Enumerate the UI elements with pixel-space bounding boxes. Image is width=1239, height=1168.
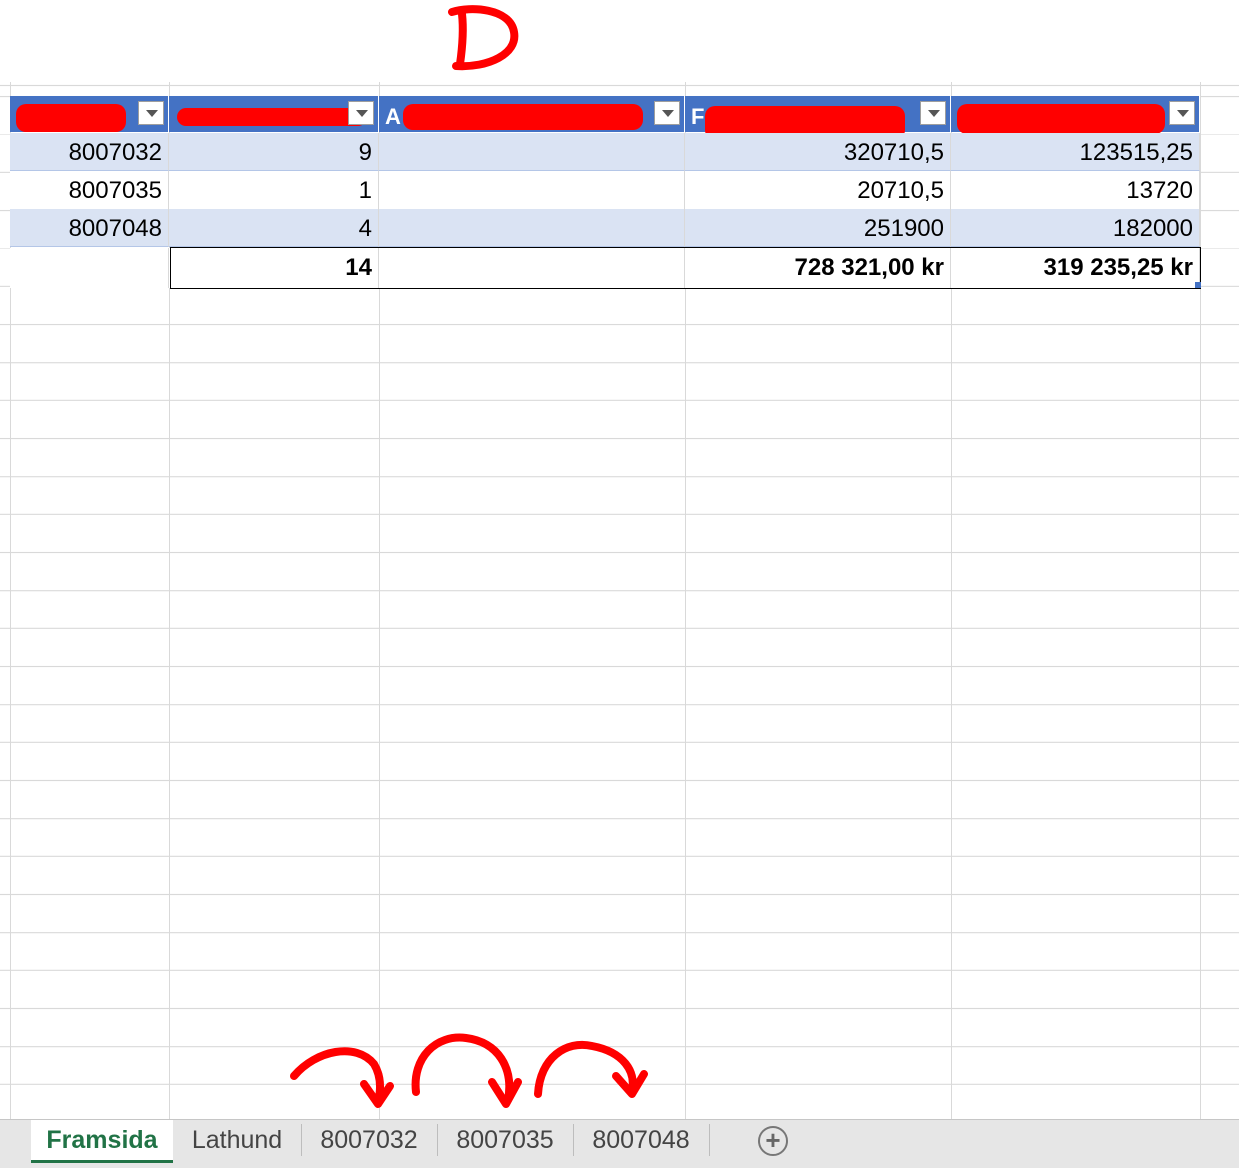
totals-cell[interactable]	[379, 248, 685, 288]
table-header-cell[interactable]: A	[379, 96, 685, 132]
dropdown-filter-icon[interactable]	[348, 101, 374, 125]
redaction-mark	[177, 108, 367, 126]
table-row: 8007035 1 20710,5 13720	[10, 171, 1200, 209]
table-cell[interactable]: 320710,5	[685, 133, 951, 171]
sheet-tab-bar: Framsida Lathund 8007032 8007035 8007048…	[0, 1119, 1239, 1168]
table-cell[interactable]	[379, 171, 685, 209]
header-label: F	[691, 104, 705, 129]
table-header-cell[interactable]	[951, 96, 1200, 134]
table-cell[interactable]: 4	[169, 209, 379, 247]
tab-separator	[709, 1124, 710, 1156]
table-cell[interactable]: 20710,5	[685, 171, 951, 209]
table-cell[interactable]: 8007048	[10, 209, 169, 247]
table-cell[interactable]: 182000	[951, 209, 1200, 247]
redaction-mark	[957, 104, 1165, 134]
totals-cell[interactable]: 319 235,25 kr	[951, 248, 1200, 288]
dropdown-filter-icon[interactable]	[1169, 101, 1195, 125]
table-resize-handle[interactable]	[1195, 282, 1201, 288]
column-border	[1200, 82, 1201, 1119]
sheet-tab-lathund[interactable]: Lathund	[173, 1120, 301, 1160]
table-cell[interactable]: 13720	[951, 171, 1200, 209]
totals-cell[interactable]: 14	[169, 248, 379, 288]
totals-cell[interactable]: 728 321,00 kr	[685, 248, 951, 288]
annotation-arrows	[286, 1028, 656, 1117]
sheet-tab-framsida[interactable]: Framsida	[31, 1120, 173, 1163]
table-cell[interactable]	[379, 133, 685, 171]
dropdown-filter-icon[interactable]	[138, 101, 164, 125]
totals-cell[interactable]	[10, 248, 169, 288]
table-cell[interactable]: 8007032	[10, 133, 169, 171]
sheet-tab-8007032[interactable]: 8007032	[302, 1120, 436, 1160]
annotation-letter-d	[440, 2, 530, 79]
totals-row: 14 728 321,00 kr 319 235,25 kr	[10, 248, 1200, 288]
table-row: 8007048 4 251900 182000	[10, 209, 1200, 247]
header-label: A	[385, 104, 401, 129]
table-cell[interactable]: 251900	[685, 209, 951, 247]
table-row: 8007032 9 320710,5 123515,25	[10, 133, 1200, 171]
redaction-mark	[16, 104, 126, 132]
table-header-cell[interactable]	[169, 96, 379, 132]
sheet-tab-8007035[interactable]: 8007035	[438, 1120, 572, 1160]
table-header-cell[interactable]: F	[685, 96, 951, 140]
table-header-cell[interactable]	[10, 96, 169, 132]
table-cell[interactable]: 123515,25	[951, 133, 1200, 171]
table-cell[interactable]: 1	[169, 171, 379, 209]
dropdown-filter-icon[interactable]	[920, 101, 946, 125]
dropdown-filter-icon[interactable]	[654, 101, 680, 125]
table-cell[interactable]: 9	[169, 133, 379, 171]
sheet-tab-8007048[interactable]: 8007048	[574, 1120, 708, 1160]
table-cell[interactable]	[379, 209, 685, 247]
plus-circle-icon[interactable]: +	[758, 1126, 788, 1156]
table-cell[interactable]: 8007035	[10, 171, 169, 209]
redaction-mark	[403, 104, 643, 130]
